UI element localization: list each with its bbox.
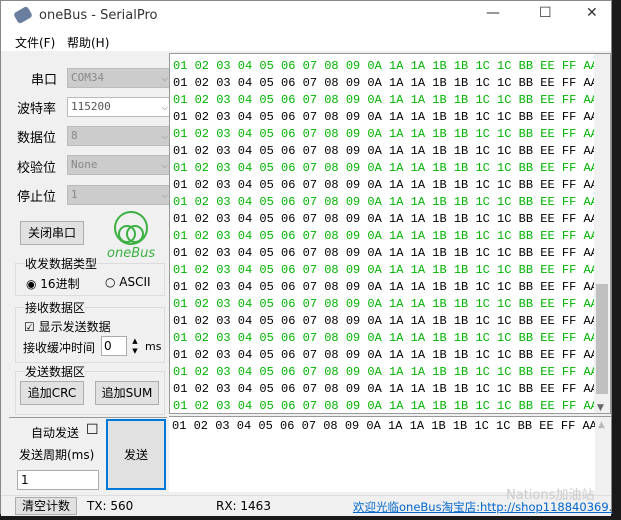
add-sum-button[interactable]: 追加SUM: [95, 381, 159, 405]
receive-line: 01 02 03 04 05 06 07 08 09 0A 1A 1A 1B 1…: [173, 297, 598, 311]
baud-value: 115200: [71, 100, 111, 113]
menu-file[interactable]: 文件(F): [15, 34, 55, 51]
buffer-label: 接收缓冲时间: [23, 341, 96, 355]
receive-line: 01 02 03 04 05 06 07 08 09 0A 1A 1A 1B 1…: [173, 331, 598, 345]
tx-count: TX: 560: [87, 499, 134, 513]
databits-value: 8: [71, 129, 78, 142]
app-window: oneBus - SerialPro — ☐ ✕ 文件(F) 帮助(H) 串口 …: [0, 0, 612, 516]
show-sent-label: 显示发送数据: [38, 320, 111, 334]
send-button[interactable]: 发送: [106, 419, 166, 490]
receive-line: 01 02 03 04 05 06 07 08 09 0A 1A 1A 1B 1…: [173, 348, 598, 362]
send-title: 发送数据区: [25, 363, 86, 380]
receive-line: 01 02 03 04 05 06 07 08 09 0A 1A 1A 1B 1…: [173, 365, 598, 379]
scrollbar-thumb[interactable]: [596, 284, 608, 394]
receive-line: 01 02 03 04 05 06 07 08 09 0A 1A 1A 1B 1…: [173, 76, 598, 90]
stopbits-label: 停止位: [17, 190, 57, 205]
stopbits-value: 1: [71, 188, 78, 201]
auto-send-label: 自动发送: [31, 426, 80, 440]
onebus-logo-icon: [114, 211, 148, 245]
port-label: 串口: [31, 73, 58, 88]
receive-line: 01 02 03 04 05 06 07 08 09 0A 1A 1A 1B 1…: [173, 229, 598, 243]
receive-line: 01 02 03 04 05 06 07 08 09 0A 1A 1A 1B 1…: [173, 212, 598, 226]
receive-line: 01 02 03 04 05 06 07 08 09 0A 1A 1A 1B 1…: [173, 246, 598, 260]
databits-select[interactable]: 8 ⌵: [67, 126, 173, 146]
show-sent-checkbox[interactable]: ☑ 显示发送数据: [24, 318, 111, 335]
chevron-down-icon: ⌵: [161, 100, 168, 113]
send-scrollbar[interactable]: ▲: [595, 417, 611, 492]
chevron-down-icon: ⌵: [161, 158, 168, 171]
receive-line: 01 02 03 04 05 06 07 08 09 0A 1A 1A 1B 1…: [173, 161, 598, 175]
auto-send-checkbox[interactable]: ☐: [86, 422, 99, 438]
send-textarea[interactable]: 01 02 03 04 05 06 07 08 09 0A 1A 1A 1B 1…: [169, 416, 611, 492]
receive-title: 接收数据区: [25, 299, 86, 316]
receive-scrollbar[interactable]: ▼: [594, 54, 610, 413]
baud-select[interactable]: 115200 ⌵: [67, 97, 173, 117]
menu-bar: 文件(F) 帮助(H): [1, 31, 611, 51]
receive-line: 01 02 03 04 05 06 07 08 09 0A 1A 1A 1B 1…: [173, 263, 598, 277]
receive-line: 01 02 03 04 05 06 07 08 09 0A 1A 1A 1B 1…: [173, 399, 598, 413]
parity-label: 校验位: [17, 161, 57, 176]
chevron-down-icon: ⌵: [161, 188, 168, 201]
stopbits-select[interactable]: 1 ⌵: [67, 185, 173, 205]
menu-help[interactable]: 帮助(H): [67, 34, 109, 51]
chevron-down-icon: ⌵: [161, 129, 168, 142]
rx-count: RX: 1463: [216, 499, 271, 513]
receive-line: 01 02 03 04 05 06 07 08 09 0A 1A 1A 1B 1…: [173, 314, 598, 328]
close-icon[interactable]: ✕: [586, 5, 598, 21]
baud-label: 波特率: [17, 102, 57, 117]
settings-panel: 串口 COM34 ⌵ 波特率 115200 ⌵ 数据位 8 ⌵ 校验位 None ⌵ 停…: [9, 53, 173, 493]
port-value: COM34: [71, 71, 105, 84]
window-title: oneBus - SerialPro: [39, 8, 158, 23]
minimize-icon[interactable]: —: [486, 5, 500, 21]
divider: [9, 417, 167, 418]
data-type-title: 收发数据类型: [25, 255, 98, 272]
hex-label: 16进制: [40, 277, 80, 291]
brand-name: oneBus: [107, 246, 156, 261]
parity-select[interactable]: None ⌵: [67, 155, 173, 175]
scroll-down-icon[interactable]: ▼: [597, 403, 604, 413]
buffer-spinner[interactable]: ▲ ▼: [128, 336, 142, 356]
hex-radio[interactable]: ◉ 16进制: [26, 275, 80, 292]
title-bar: oneBus - SerialPro — ☐ ✕: [1, 1, 611, 31]
receive-line: 01 02 03 04 05 06 07 08 09 0A 1A 1A 1B 1…: [173, 195, 598, 209]
databits-label: 数据位: [17, 131, 57, 146]
receive-line: 01 02 03 04 05 06 07 08 09 0A 1A 1A 1B 1…: [173, 144, 598, 158]
ascii-radio[interactable]: ○ ASCII: [105, 275, 151, 289]
ascii-label: ASCII: [119, 275, 151, 289]
clear-count-button[interactable]: 清空计数: [15, 497, 77, 515]
close-port-button[interactable]: 关闭串口: [20, 221, 84, 245]
receive-line: 01 02 03 04 05 06 07 08 09 0A 1A 1A 1B 1…: [173, 59, 598, 73]
add-crc-button[interactable]: 追加CRC: [20, 381, 84, 405]
period-label: 发送周期(ms): [19, 448, 95, 462]
buffer-unit: ms: [145, 340, 162, 353]
receive-line: 01 02 03 04 05 06 07 08 09 0A 1A 1A 1B 1…: [173, 280, 598, 294]
parity-value: None: [71, 158, 98, 171]
receive-line: 01 02 03 04 05 06 07 08 09 0A 1A 1A 1B 1…: [173, 127, 598, 141]
port-select[interactable]: COM34 ⌵: [67, 68, 173, 88]
status-bar: 清空计数 TX: 560 RX: 1463 欢迎光临oneBus淘宝店:http…: [1, 488, 612, 516]
period-input[interactable]: 1: [17, 470, 99, 490]
app-icon: [13, 5, 33, 25]
receive-line: 01 02 03 04 05 06 07 08 09 0A 1A 1A 1B 1…: [173, 382, 598, 396]
chevron-down-icon: ⌵: [161, 71, 168, 84]
receive-textarea[interactable]: 01 02 03 04 05 06 07 08 09 0A 1A 1A 1B 1…: [169, 53, 611, 414]
receive-line: 01 02 03 04 05 06 07 08 09 0A 1A 1A 1B 1…: [173, 93, 598, 107]
buffer-input[interactable]: 0: [101, 336, 127, 356]
send-text: 01 02 03 04 05 06 07 08 09 0A 1A 1A 1B 1…: [172, 419, 597, 433]
scroll-up-icon[interactable]: ▲: [595, 417, 611, 433]
watermark: Nations加油站: [506, 488, 595, 503]
maximize-icon[interactable]: ☐: [539, 5, 552, 21]
receive-line: 01 02 03 04 05 06 07 08 09 0A 1A 1A 1B 1…: [173, 178, 598, 192]
receive-line: 01 02 03 04 05 06 07 08 09 0A 1A 1A 1B 1…: [173, 110, 598, 124]
